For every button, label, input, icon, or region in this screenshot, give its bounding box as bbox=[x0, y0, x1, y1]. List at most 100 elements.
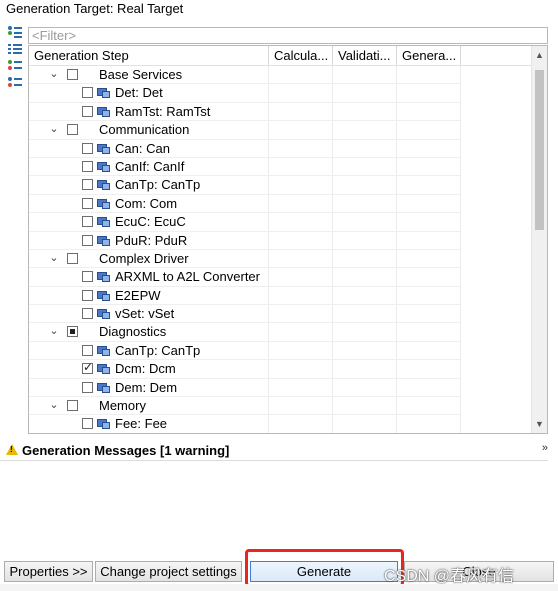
tree-cell bbox=[333, 231, 397, 250]
step-checkbox[interactable] bbox=[82, 105, 93, 117]
step-checkbox[interactable] bbox=[82, 418, 93, 430]
filter-input[interactable] bbox=[29, 28, 547, 43]
scrollbar-thumb[interactable] bbox=[535, 70, 544, 230]
step-checkbox[interactable] bbox=[67, 69, 78, 80]
tree-item-label: PduR: PduR bbox=[115, 232, 188, 248]
properties-button[interactable]: Properties >> bbox=[4, 561, 93, 582]
expand-chevron-icon[interactable]: ⌄ bbox=[48, 325, 60, 337]
tree-cell bbox=[269, 397, 333, 416]
tree-cell bbox=[333, 84, 397, 103]
column-calculation[interactable]: Calcula... bbox=[269, 46, 333, 65]
generation-messages-header[interactable]: Generation Messages [1 warning] » bbox=[0, 440, 558, 460]
tree-cell bbox=[333, 176, 397, 195]
tree-rows: ⌄ Base Services Det: Det RamTst: RamTst ⌄ Com… bbox=[29, 66, 532, 433]
expand-all-icon[interactable] bbox=[8, 26, 22, 39]
tree-item-row[interactable]: CanIf: CanIf bbox=[29, 157, 532, 177]
tree-cell bbox=[397, 249, 461, 269]
generation-messages-title: Generation Messages [1 warning] bbox=[22, 443, 230, 458]
tree-group-row[interactable]: ⌄ Memory bbox=[29, 397, 532, 416]
step-checkbox[interactable] bbox=[82, 197, 93, 209]
tree-item-row[interactable]: Dcm: Dcm bbox=[29, 360, 532, 379]
expand-chevron-icon[interactable]: ⌄ bbox=[48, 252, 60, 264]
tree-group-row[interactable]: ⌄ Base Services bbox=[29, 66, 532, 85]
tree-cell bbox=[269, 139, 333, 158]
tree-item-row[interactable]: PduR: PduR bbox=[29, 231, 532, 250]
tree-item-label: Communication bbox=[99, 122, 190, 138]
deselect-all-icon[interactable] bbox=[8, 77, 22, 90]
tree-cell bbox=[269, 231, 333, 250]
tree-item-label: Memory bbox=[99, 398, 146, 414]
select-all-icon[interactable] bbox=[8, 60, 22, 73]
expand-chevron-icon[interactable]: ⌄ bbox=[48, 68, 60, 80]
tree-group-row[interactable]: ⌄ Diagnostics bbox=[29, 323, 532, 342]
tree-cell bbox=[269, 66, 333, 85]
tree-cell bbox=[397, 213, 461, 232]
step-checkbox[interactable] bbox=[82, 360, 93, 375]
tree-item-row[interactable]: CanTp: CanTp bbox=[29, 341, 532, 361]
tree-item-label: Dcm: Dcm bbox=[115, 361, 176, 377]
tree-cell bbox=[397, 139, 461, 158]
filter-field[interactable] bbox=[28, 27, 548, 44]
tree-item-row[interactable]: CanTp: CanTp bbox=[29, 176, 532, 195]
tree-cell bbox=[333, 323, 397, 342]
tree-cell bbox=[269, 415, 333, 433]
tree-cell bbox=[333, 194, 397, 214]
expand-chevron-icon[interactable]: » bbox=[542, 442, 548, 454]
step-checkbox[interactable] bbox=[67, 326, 78, 338]
scroll-down-arrow-icon[interactable]: ▼ bbox=[532, 417, 547, 431]
tree-item-row[interactable]: Com: Com bbox=[29, 194, 532, 214]
tree-item-label: Complex Driver bbox=[99, 250, 189, 266]
step-checkbox[interactable] bbox=[67, 400, 78, 412]
column-generation[interactable]: Genera... bbox=[397, 46, 461, 65]
step-checkbox[interactable] bbox=[82, 381, 93, 393]
tree-cell bbox=[397, 157, 461, 177]
tree-item-row[interactable]: RamTst: RamTst bbox=[29, 102, 532, 122]
tree-cell bbox=[269, 286, 333, 306]
tree-cell bbox=[333, 121, 397, 140]
tree-item-row[interactable]: Dem: Dem bbox=[29, 378, 532, 398]
tree-item-row[interactable]: ARXML to A2L Converter bbox=[29, 268, 532, 287]
step-checkbox[interactable] bbox=[82, 289, 93, 301]
tree-cell bbox=[397, 397, 461, 416]
tree-cell bbox=[333, 305, 397, 324]
step-checkbox[interactable] bbox=[67, 252, 78, 264]
tree-item-row[interactable]: Fee: Fee bbox=[29, 415, 532, 433]
collapse-all-icon[interactable] bbox=[8, 43, 22, 56]
tree-cell bbox=[269, 360, 333, 379]
step-checkbox[interactable] bbox=[82, 234, 93, 246]
tree-item-row[interactable]: vSet: vSet bbox=[29, 305, 532, 324]
tree-item-row[interactable]: E2EPW bbox=[29, 286, 532, 306]
step-checkbox[interactable] bbox=[82, 87, 93, 99]
tree-group-row[interactable]: ⌄ Communication bbox=[29, 121, 532, 140]
tree-scrollbar[interactable]: ▲ ▼ bbox=[531, 46, 547, 433]
step-checkbox[interactable] bbox=[82, 142, 93, 154]
step-checkbox[interactable] bbox=[67, 124, 78, 136]
tree-cell bbox=[269, 249, 333, 269]
window-title: Generation Target: Real Target bbox=[6, 1, 184, 16]
expand-chevron-icon[interactable]: ⌄ bbox=[48, 399, 60, 411]
step-checkbox[interactable] bbox=[82, 179, 93, 191]
step-checkbox[interactable] bbox=[82, 160, 93, 172]
tree-item-row[interactable]: Can: Can bbox=[29, 139, 532, 158]
scroll-up-arrow-icon[interactable]: ▲ bbox=[532, 48, 547, 62]
tree-group-row[interactable]: ⌄ Complex Driver bbox=[29, 249, 532, 269]
change-project-settings-button[interactable]: Change project settings bbox=[95, 561, 242, 582]
module-icon bbox=[97, 418, 111, 430]
tree-item-label: ARXML to A2L Converter bbox=[115, 269, 260, 285]
step-checkbox[interactable] bbox=[82, 344, 93, 356]
tree-item-label: CanTp: CanTp bbox=[115, 342, 201, 358]
step-checkbox[interactable] bbox=[82, 308, 93, 320]
tree-item-row[interactable]: EcuC: EcuC bbox=[29, 213, 532, 232]
column-validation[interactable]: Validati... bbox=[333, 46, 397, 65]
column-generation-step[interactable]: Generation Step bbox=[29, 46, 269, 65]
step-checkbox[interactable] bbox=[82, 216, 93, 228]
expand-chevron-icon[interactable]: ⌄ bbox=[48, 123, 60, 135]
tree-item-label: Det: Det bbox=[115, 85, 163, 101]
step-checkbox[interactable] bbox=[82, 271, 93, 283]
tree-item-row[interactable]: Det: Det bbox=[29, 84, 532, 103]
module-icon bbox=[97, 308, 111, 320]
module-icon bbox=[97, 216, 111, 228]
tree-cell bbox=[397, 341, 461, 361]
module-icon bbox=[97, 106, 111, 118]
tree-item-label: Base Services bbox=[99, 67, 183, 82]
